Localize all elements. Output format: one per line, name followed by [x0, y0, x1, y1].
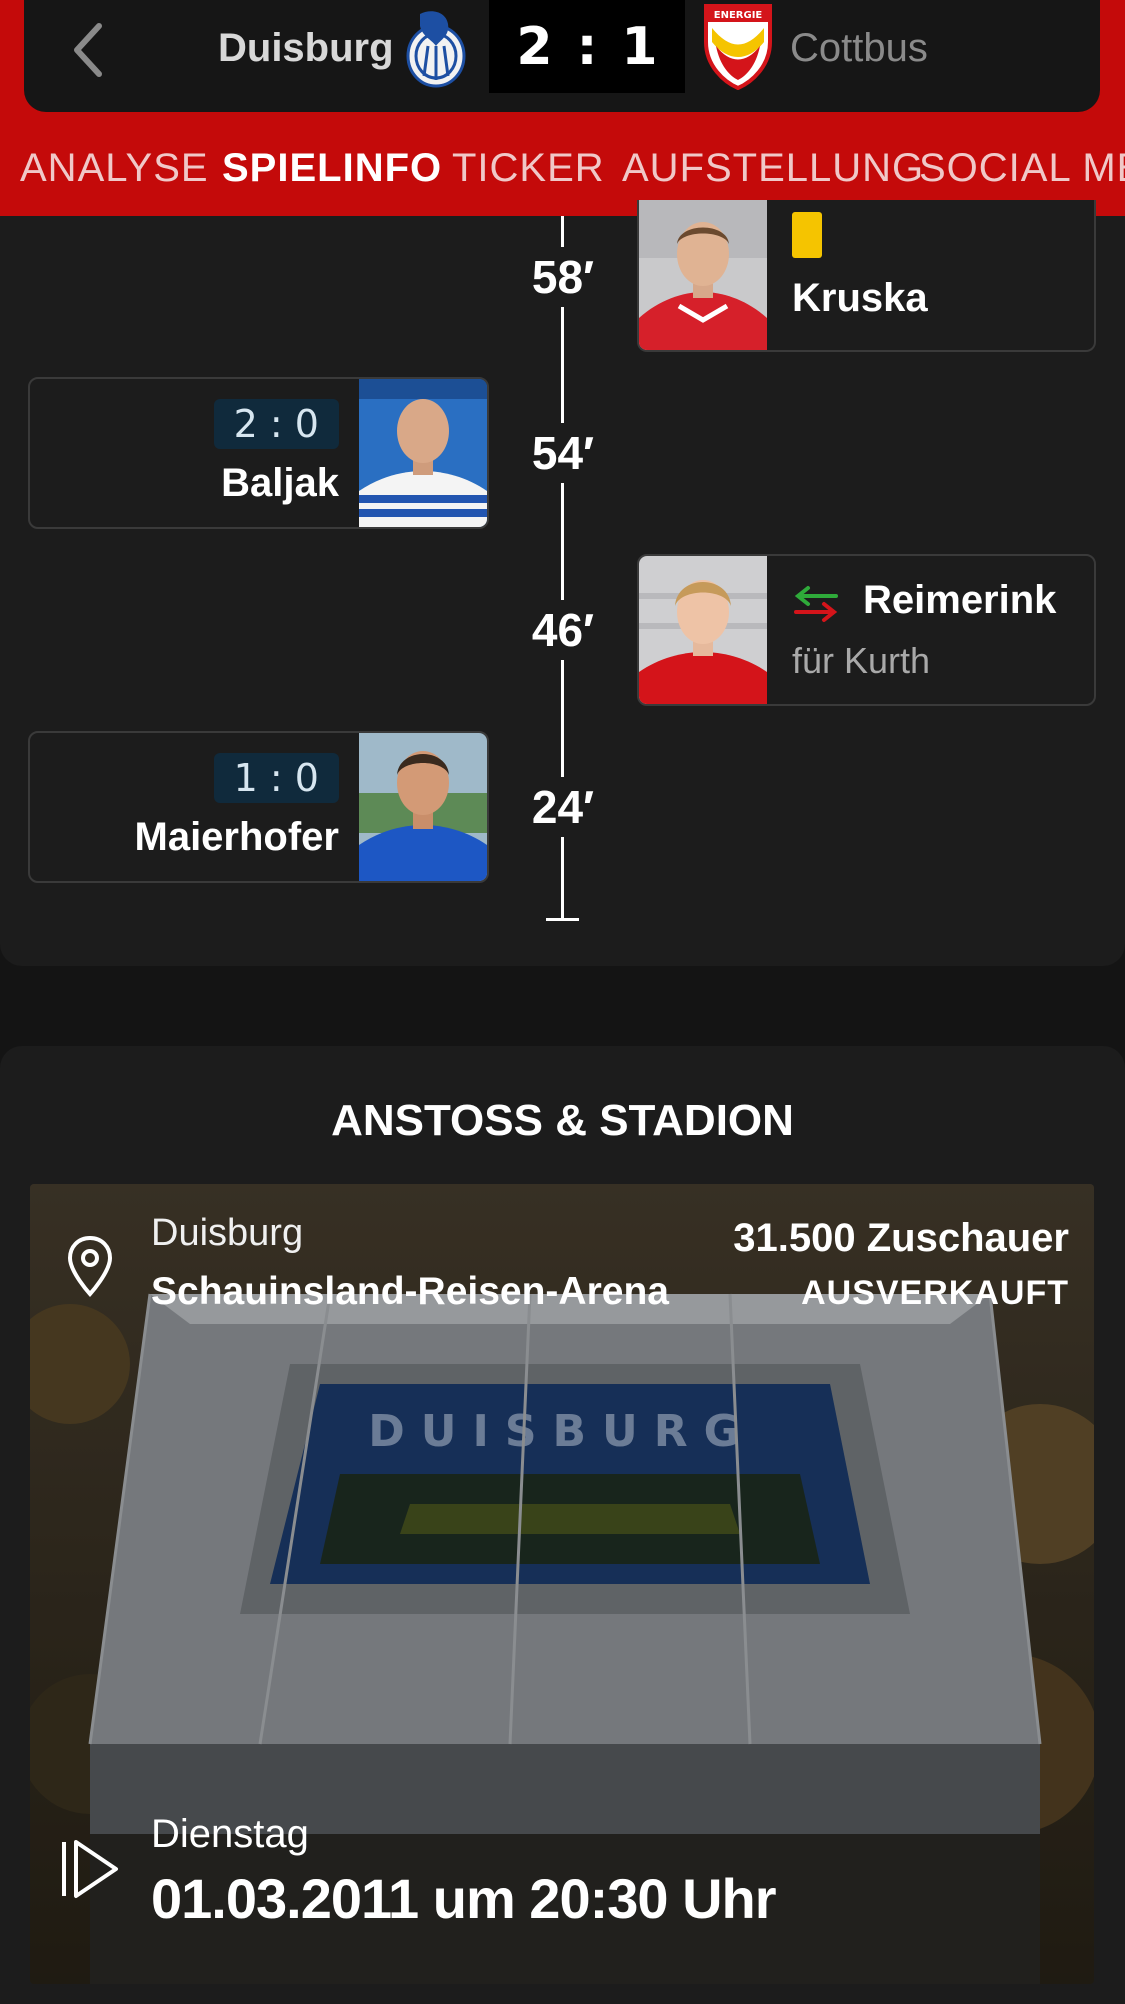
event-goal[interactable]: 1 : 0 Maierhofer [28, 731, 489, 883]
attendance: 31.500 Zuschauer [733, 1216, 1069, 1260]
player-photo-baljak [359, 379, 487, 527]
away-team-name[interactable]: Cottbus [790, 20, 928, 76]
kickoff-datetime: 01.03.2011 um 20:30 Uhr [151, 1867, 777, 1930]
back-button[interactable] [60, 18, 116, 82]
away-crest-text: ENERGIE [714, 10, 763, 21]
location-pin-icon [67, 1235, 113, 1297]
tab-ticker[interactable]: TICKER [452, 140, 605, 196]
event-minute: 58′ [510, 247, 616, 307]
goal-score-badge: 2 : 0 [213, 399, 339, 449]
venue-city: Duisburg [151, 1212, 304, 1254]
timeline-end-marker [546, 918, 579, 921]
away-score: 1 [621, 16, 658, 77]
cottbus-crest-icon[interactable]: ENERGIE [700, 2, 776, 90]
event-goal[interactable]: 2 : 0 Baljak [28, 377, 489, 529]
home-team-name[interactable]: Duisburg [218, 20, 394, 76]
kickoff-play-icon [62, 1840, 118, 1898]
player-photo-maierhofer [359, 733, 487, 881]
sold-out-status: AUSVERKAUFT [801, 1274, 1069, 1312]
chevron-left-icon [74, 23, 102, 77]
player-name: Kruska [792, 276, 928, 320]
substituted-player: für Kurth [792, 640, 931, 681]
score-separator: : [576, 16, 598, 77]
player-name: Baljak [221, 461, 339, 505]
section-title: ANSTOSS & STADION [331, 1096, 794, 1145]
scoreboard-bar: Duisburg 2 : 1 ENERGIE Cottbus [24, 0, 1100, 112]
tab-social-media[interactable]: SOCIAL MEDIA [919, 140, 1125, 196]
kickoff-weekday: Dienstag [151, 1812, 309, 1856]
event-minute: 46′ [510, 600, 616, 660]
player-name: Reimerink [863, 578, 1057, 622]
section-tabs: ANALYSE SPIELINFO TICKER AUFSTELLUNG SOC… [0, 140, 1125, 196]
player-photo-reimerink [639, 556, 767, 704]
event-substitution[interactable]: Reimerink für Kurth [637, 554, 1096, 706]
player-photo-kruska [639, 200, 767, 350]
tab-analyse[interactable]: ANALYSE [20, 140, 209, 196]
goal-score-badge: 1 : 0 [213, 753, 339, 803]
match-score: 2 : 1 [489, 0, 685, 93]
player-name: Maierhofer [134, 815, 340, 859]
event-minute: 54′ [510, 423, 616, 483]
tab-spielinfo[interactable]: SPIELINFO [222, 140, 442, 196]
tab-aufstellung[interactable]: AUFSTELLUNG [622, 140, 924, 196]
yellow-card-icon [792, 212, 822, 258]
duisburg-crest-icon[interactable] [402, 6, 468, 90]
substitution-arrows-icon [794, 586, 838, 622]
stadium-name: Schauinsland-Reisen-Arena [151, 1270, 669, 1313]
event-minute: 24′ [510, 777, 616, 837]
home-score: 2 [516, 16, 553, 77]
event-yellow-card[interactable]: Kruska [637, 200, 1096, 352]
